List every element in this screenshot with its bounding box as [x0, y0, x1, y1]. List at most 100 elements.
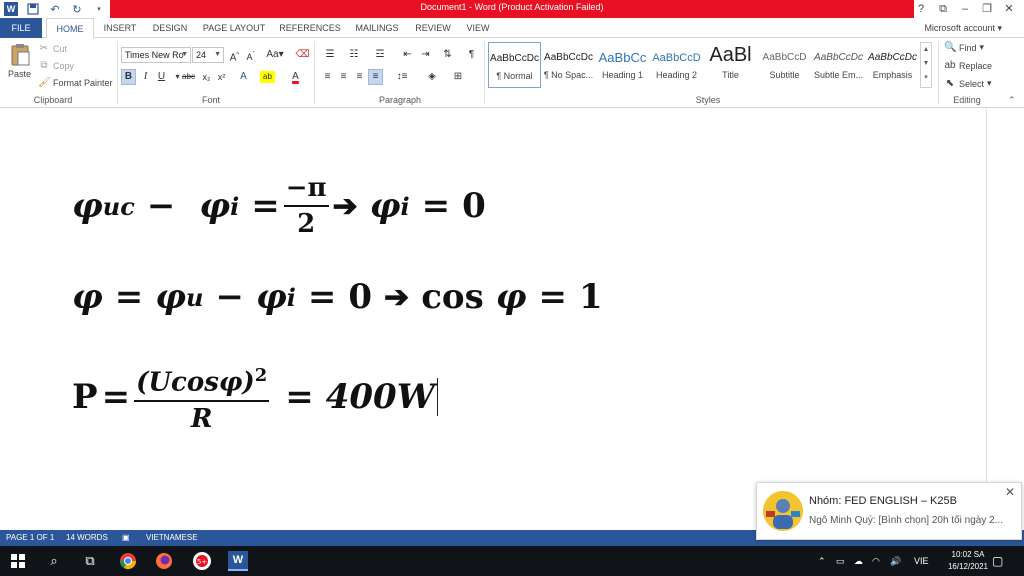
style-no-spacing[interactable]: AaBbCcDc ¶ No Spac... [542, 42, 595, 88]
close-button[interactable]: ✕ [998, 0, 1020, 18]
wifi-icon[interactable]: ◠ [872, 546, 880, 576]
close-icon[interactable]: ✕ [1005, 485, 1015, 499]
eq-fraction: (Ucosφ)2 R [134, 361, 270, 434]
tab-design[interactable]: DESIGN [148, 18, 192, 38]
collapse-ribbon-icon[interactable]: ⌃ [1008, 95, 1016, 106]
style-title[interactable]: AaBl Title [704, 42, 757, 88]
borders-icon[interactable]: ⊞ [448, 69, 468, 85]
chrome-icon[interactable] [118, 551, 138, 571]
style-name: Emphasis [872, 70, 913, 80]
tab-file[interactable]: FILE [0, 18, 42, 38]
bold-button[interactable]: B [121, 69, 136, 85]
justify-icon[interactable]: ≡ [368, 69, 383, 85]
search-icon[interactable]: ⌕ [44, 551, 64, 571]
bullets-icon[interactable]: ☰ [320, 47, 340, 63]
tab-review[interactable]: REVIEW [410, 18, 456, 38]
windows-start-icon[interactable] [8, 551, 28, 571]
eq-operator: = [251, 186, 280, 226]
minimize-button[interactable]: – [954, 0, 976, 18]
tab-references[interactable]: REFERENCES [276, 18, 344, 38]
restore-button[interactable]: ❐ [976, 0, 998, 18]
clock[interactable]: 10:02 SA 16/12/2021 [948, 549, 988, 573]
styles-gallery-scroll[interactable]: ▲ ▼ ▾ [920, 42, 932, 88]
style-subtitle[interactable]: AaBbCcD Subtitle [758, 42, 811, 88]
clipboard-paste-icon[interactable] [10, 43, 30, 67]
align-right-icon[interactable]: ≡ [352, 69, 367, 85]
cut-button[interactable]: ✂ Cut [38, 43, 67, 54]
style-heading-1[interactable]: AaBbCc Heading 1 [596, 42, 649, 88]
brush-icon: 🖌 [38, 77, 51, 88]
format-painter-button[interactable]: 🖌 Format Painter [38, 77, 113, 88]
messenger-app-icon[interactable]: 5+ [192, 551, 212, 571]
tab-view[interactable]: VIEW [460, 18, 496, 38]
italic-button[interactable]: I [138, 69, 153, 85]
tray-expand-icon[interactable]: ⌃ [818, 546, 826, 576]
firefox-icon[interactable] [154, 551, 174, 571]
sort-icon[interactable]: ⇅ [440, 47, 455, 63]
font-color-icon[interactable]: A [288, 69, 303, 85]
word-taskbar-icon[interactable]: W [228, 551, 248, 571]
clear-formatting-icon[interactable]: ⌫ [295, 47, 310, 63]
tab-mailings[interactable]: MAILINGS [350, 18, 404, 38]
style-name: ¶ Normal [496, 71, 533, 81]
scissors-icon: ✂ [39, 43, 49, 54]
redo-icon[interactable]: ↻ [70, 2, 84, 16]
line-spacing-icon[interactable]: ↕≡ [392, 69, 412, 85]
style-heading-2[interactable]: AaBbCcD Heading 2 [650, 42, 703, 88]
strikethrough-button[interactable]: abc [181, 69, 196, 85]
document-page[interactable]: φ uc − φi = −π 2 ➔ φi = 0 φ = φu − φi = 0… [0, 109, 986, 530]
increase-indent-icon[interactable]: ⇥ [418, 47, 433, 63]
volume-icon[interactable]: 🔊 [890, 546, 901, 576]
account-menu[interactable]: Microsoft account ▾ [924, 18, 1002, 38]
subscript-button[interactable]: x₂ [199, 69, 214, 85]
shading-icon[interactable]: ◈ [422, 69, 442, 85]
decrease-indent-icon[interactable]: ⇤ [400, 47, 415, 63]
notification-toast[interactable]: Nhóm: FED ENGLISH – K25B Ngô Minh Quý: [… [756, 482, 1022, 540]
language-indicator[interactable]: VIETNAMESE [146, 533, 198, 542]
tab-home[interactable]: HOME [46, 18, 94, 39]
ribbon-display-button[interactable]: ⧉ [932, 0, 954, 18]
input-language[interactable]: VIE [914, 546, 929, 576]
word-count[interactable]: 14 WORDS [66, 533, 108, 542]
paste-button[interactable]: Paste [8, 69, 31, 79]
replace-button[interactable]: ab Replace [944, 60, 992, 71]
font-name-combo[interactable]: Times New Ro ▼ [121, 47, 191, 63]
proofing-icon[interactable]: ▣ [122, 533, 130, 542]
undo-icon[interactable]: ↶ [48, 2, 62, 16]
numbering-icon[interactable]: ☷ [344, 47, 364, 63]
align-center-icon[interactable]: ≡ [336, 69, 351, 85]
pilcrow-icon[interactable]: ¶ [464, 47, 479, 63]
align-left-icon[interactable]: ≡ [320, 69, 335, 85]
style-normal[interactable]: AaBbCcDc ¶ Normal [488, 42, 541, 88]
shrink-font-button[interactable]: Aˇ [243, 47, 258, 63]
onedrive-icon[interactable]: ☁ [854, 546, 863, 576]
multilevel-list-icon[interactable]: ☲ [368, 47, 392, 63]
notification-center-icon[interactable]: ▢ [992, 546, 1003, 576]
style-emphasis[interactable]: AaBbCcDc Emphasis [866, 42, 919, 88]
find-button[interactable]: 🔍 Find ▾ [944, 42, 984, 53]
highlight-icon[interactable]: ab [260, 71, 275, 83]
text-effects-icon[interactable]: A [236, 69, 251, 85]
font-size-combo[interactable]: 24 ▼ [192, 47, 224, 63]
page-count[interactable]: PAGE 1 OF 1 [6, 533, 54, 542]
styles-gallery: AaBbCcDc ¶ Normal AaBbCcDc ¶ No Spac... … [488, 42, 920, 90]
grow-font-button[interactable]: A^ [227, 47, 242, 63]
cursor-icon: ⬉ [945, 78, 955, 89]
style-name: Heading 2 [655, 70, 698, 80]
task-view-icon[interactable]: ⧉ [80, 551, 100, 571]
save-icon[interactable] [26, 2, 40, 16]
superscript-button[interactable]: x² [214, 69, 229, 85]
vertical-scrollbar[interactable] [986, 109, 1024, 530]
tab-page-layout[interactable]: PAGE LAYOUT [198, 18, 270, 38]
copy-button[interactable]: ⧉ Copy [38, 60, 74, 71]
select-button[interactable]: ⬉ Select ▾ [944, 78, 992, 89]
ribbon-divider [484, 42, 485, 104]
help-button[interactable]: ? [910, 0, 932, 18]
underline-button[interactable]: U [154, 69, 169, 85]
customize-qat-icon[interactable]: ▾ [92, 2, 106, 16]
tab-insert[interactable]: INSERT [98, 18, 142, 38]
quick-access-toolbar: W ↶ ↻ ▾ [4, 1, 106, 17]
battery-icon[interactable]: ▭ [836, 546, 845, 576]
style-subtle-emphasis[interactable]: AaBbCcDc Subtle Em... [812, 42, 865, 88]
change-case-button[interactable]: Aa▾ [264, 47, 286, 63]
